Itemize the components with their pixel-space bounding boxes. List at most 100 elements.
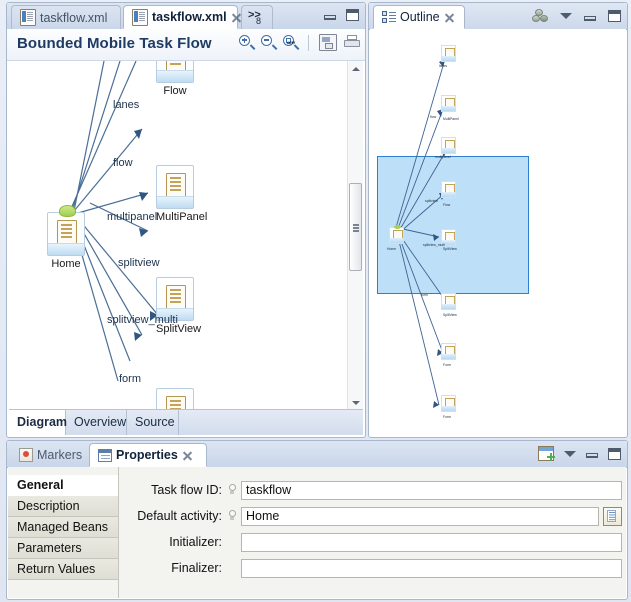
- tab-outline[interactable]: Outline: [373, 5, 465, 29]
- markers-icon: [19, 448, 33, 462]
- maximize-icon[interactable]: [608, 447, 621, 460]
- tab-properties[interactable]: Properties: [89, 443, 207, 467]
- outline-node-label: Form: [443, 415, 451, 419]
- properties-form: Task flow ID: Default activity: Initiali…: [119, 467, 626, 598]
- default-activity-label: Default activity:: [137, 509, 222, 523]
- outline-node[interactable]: [441, 95, 456, 112]
- diagram-node-flow[interactable]: Flow: [156, 61, 194, 97]
- markers-tab-label: Markers: [37, 448, 83, 462]
- node-shape: [156, 165, 194, 209]
- print-icon[interactable]: [344, 35, 360, 50]
- outline-tab-label: Outline: [400, 10, 440, 24]
- tab-diagram[interactable]: Diagram: [9, 410, 67, 435]
- finalizer-label: Finalizer:: [171, 561, 222, 575]
- outline-node-label: Form: [443, 363, 451, 367]
- finalizer-input[interactable]: [241, 558, 622, 578]
- properties-tab-label: Properties: [116, 448, 178, 462]
- edge-label-lanes: lanes: [113, 99, 140, 111]
- overflow-count: 8: [256, 16, 262, 26]
- outline-node[interactable]: [441, 181, 456, 198]
- field-row-finalizer: Finalizer:: [119, 557, 622, 579]
- side-tab-return-values[interactable]: Return Values: [8, 559, 118, 580]
- browse-default-activity-button[interactable]: [603, 506, 622, 526]
- toolbar-separator: [308, 34, 309, 51]
- task-flow-id-label: Task flow ID:: [151, 483, 222, 497]
- outline-node-label: Flow: [443, 203, 451, 207]
- field-row-default-activity: Default activity:: [119, 505, 622, 527]
- tab-overview[interactable]: Overview: [66, 410, 127, 435]
- side-tab-managed-beans[interactable]: Managed Beans: [8, 517, 118, 538]
- outline-node-home[interactable]: [389, 225, 404, 244]
- scrollbar-thumb[interactable]: [349, 183, 362, 271]
- scroll-down-arrow-icon[interactable]: [348, 395, 363, 410]
- diagram-canvas[interactable]: Flow MultiPanel Home SplitView lanes flo…: [8, 61, 364, 436]
- outline-tabbar: Outline: [369, 3, 627, 30]
- outline-node[interactable]: [441, 45, 456, 62]
- close-icon[interactable]: [182, 450, 193, 461]
- pin-to-new-view-icon[interactable]: [538, 446, 554, 461]
- diagram-node-home[interactable]: Home: [47, 205, 85, 270]
- node-shape: [47, 205, 85, 256]
- editor-tab-label: taskflow.xml: [152, 10, 227, 24]
- scroll-up-arrow-icon[interactable]: [348, 61, 363, 76]
- outline-thumbnail[interactable]: lanes flow multipanel splitview splitvie…: [373, 31, 623, 434]
- editor-tab-taskflow-2[interactable]: taskflow.xml: [123, 5, 238, 29]
- properties-tabbar: Markers Properties: [7, 441, 627, 468]
- diagram-node-form[interactable]: Form: [156, 388, 194, 410]
- field-row-initializer: Initializer:: [119, 531, 622, 553]
- outline-node-label: SplitView: [443, 247, 457, 251]
- ide-window: taskflow.xml taskflow.xml >> 8 Bounded M…: [0, 0, 631, 602]
- diagram-vertical-scrollbar[interactable]: [347, 61, 363, 410]
- view-menu-icon[interactable]: [560, 13, 572, 19]
- outline-body[interactable]: lanes flow multipanel splitview splitvie…: [370, 29, 626, 436]
- filters-icon[interactable]: [532, 9, 548, 23]
- zoom-out-icon[interactable]: [261, 35, 278, 50]
- node-band: [157, 196, 193, 208]
- edge-label-splitview: splitview: [118, 257, 160, 269]
- properties-body: General Description Managed Beans Parame…: [8, 467, 626, 598]
- initializer-label: Initializer:: [169, 535, 222, 549]
- outline-node[interactable]: [441, 293, 456, 310]
- properties-side-tabs: General Description Managed Beans Parame…: [8, 467, 119, 598]
- side-tab-parameters[interactable]: Parameters: [8, 538, 118, 559]
- outline-node[interactable]: [441, 137, 456, 154]
- close-icon[interactable]: [444, 12, 455, 23]
- zoom-fit-icon[interactable]: [283, 35, 300, 50]
- outline-node-label-home: Home: [387, 247, 397, 251]
- outline-node-label: SplitView: [443, 313, 457, 317]
- minimize-icon[interactable]: [584, 12, 596, 21]
- side-tab-description[interactable]: Description: [8, 496, 118, 517]
- maximize-icon[interactable]: [608, 10, 621, 22]
- close-icon[interactable]: [231, 12, 242, 23]
- minimize-icon[interactable]: [586, 449, 598, 458]
- tab-source[interactable]: Source: [127, 410, 179, 435]
- default-activity-input[interactable]: [241, 506, 599, 526]
- task-flow-id-input[interactable]: [241, 480, 622, 500]
- outline-edge-label: flow: [430, 115, 437, 119]
- outline-edge-label: multipanel: [435, 155, 451, 159]
- diagram-viewport[interactable]: Flow MultiPanel Home SplitView lanes flo…: [8, 61, 348, 410]
- outline-node[interactable]: [441, 343, 456, 360]
- editor-tabbar: taskflow.xml taskflow.xml >> 8: [7, 3, 365, 30]
- edge-label-multipanel: multipanel: [107, 211, 158, 223]
- minimize-icon[interactable]: [324, 11, 336, 20]
- outline-node[interactable]: [441, 395, 456, 412]
- editor-tab-overflow[interactable]: >> 8: [241, 5, 273, 30]
- page-icon: [57, 220, 77, 244]
- save-as-image-icon[interactable]: [319, 34, 337, 51]
- view-menu-icon[interactable]: [564, 450, 576, 457]
- diagram-node-multipanel[interactable]: MultiPanel: [156, 165, 208, 223]
- side-tab-general[interactable]: General: [8, 475, 118, 496]
- editor-tab-taskflow-1[interactable]: taskflow.xml: [11, 5, 121, 29]
- outline-icon: [382, 10, 396, 24]
- properties-view: Markers Properties General Description M…: [6, 440, 628, 600]
- node-label: MultiPanel: [156, 211, 208, 223]
- node-label: Flow: [163, 85, 187, 97]
- initializer-input[interactable]: [241, 532, 622, 552]
- page-icon: [166, 285, 186, 309]
- diagram-title: Bounded Mobile Task Flow: [17, 35, 212, 52]
- maximize-icon[interactable]: [346, 9, 359, 21]
- zoom-in-icon[interactable]: [239, 35, 256, 50]
- diagram-node-splitview[interactable]: SplitView: [156, 277, 201, 335]
- node-shape: [156, 388, 194, 410]
